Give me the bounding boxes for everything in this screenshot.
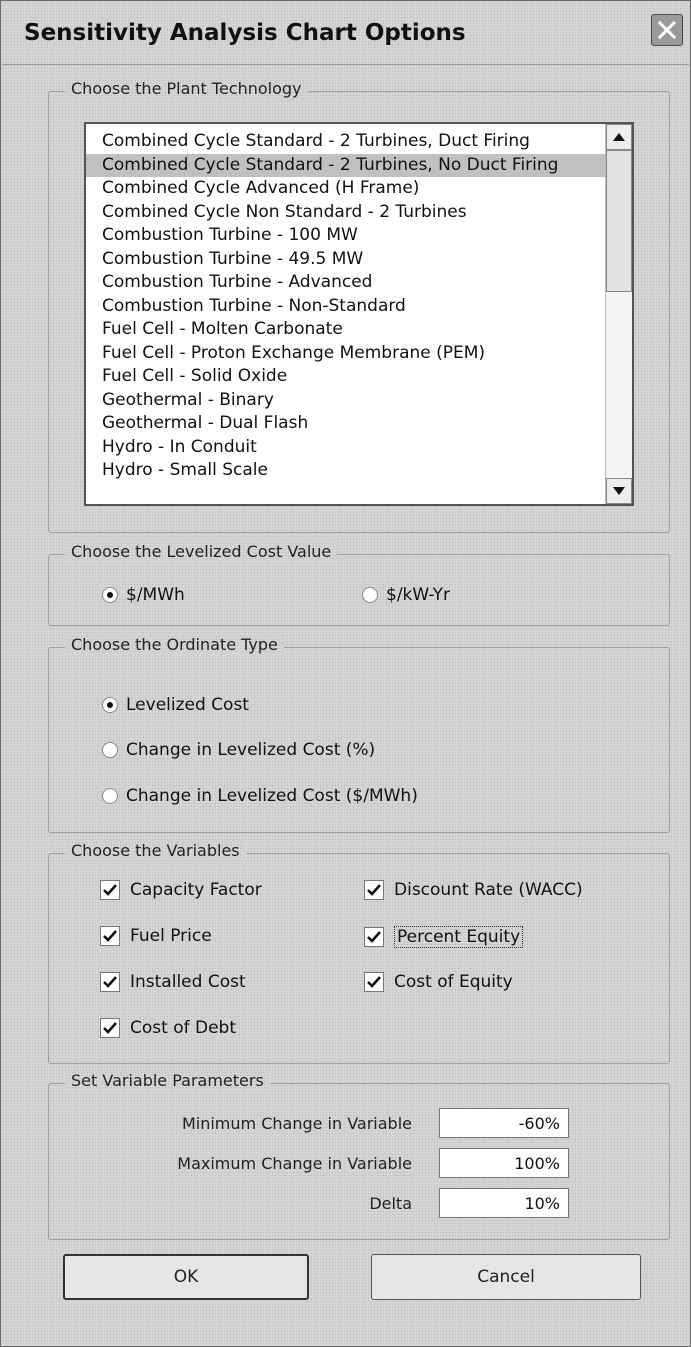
checkbox-box[interactable]: [100, 926, 120, 946]
plant-technology-label: Choose the Plant Technology: [65, 79, 308, 98]
checkbox-cost-of-debt[interactable]: Cost of Debt: [100, 1018, 236, 1038]
check-icon: [367, 976, 381, 988]
checkbox-fuel-price[interactable]: Fuel Price: [100, 926, 212, 946]
checkbox-cost-of-equity[interactable]: Cost of Equity: [364, 972, 513, 992]
radio-levelized-cost[interactable]: Levelized Cost: [102, 695, 249, 715]
ok-button[interactable]: OK: [63, 1254, 309, 1300]
min-change-input[interactable]: [439, 1108, 569, 1138]
discount-rate-label: Discount Rate (WACC): [394, 880, 583, 900]
max-change-input[interactable]: [439, 1148, 569, 1178]
list-item[interactable]: Hydro - In Conduit: [86, 436, 606, 460]
radio-mwh-label: $/MWh: [126, 585, 185, 605]
installed-cost-label: Installed Cost: [130, 972, 246, 992]
list-item[interactable]: Fuel Cell - Molten Carbonate: [86, 318, 606, 342]
percent-equity-label: Percent Equity: [394, 926, 524, 948]
list-item[interactable]: Geothermal - Dual Flash: [86, 412, 606, 436]
checkbox-box[interactable]: [364, 972, 384, 992]
close-button[interactable]: [651, 14, 683, 46]
levelized-cost-label: Choose the Levelized Cost Value: [65, 542, 337, 561]
cost-of-debt-label: Cost of Debt: [130, 1018, 236, 1038]
list-item[interactable]: Fuel Cell - Proton Exchange Membrane (PE…: [86, 342, 606, 366]
scroll-down-button[interactable]: [606, 478, 632, 504]
radio-dot[interactable]: [102, 697, 118, 713]
scroll-thumb[interactable]: [606, 150, 632, 292]
radio-change-pct[interactable]: Change in Levelized Cost (%): [102, 740, 375, 760]
check-icon: [367, 931, 381, 943]
check-icon: [103, 1022, 117, 1034]
scroll-up-button[interactable]: [606, 124, 632, 150]
list-item[interactable]: Combined Cycle Standard - 2 Turbines, Du…: [86, 130, 606, 154]
title-bar: Sensitivity Analysis Chart Options: [2, 2, 689, 65]
delta-input[interactable]: [439, 1188, 569, 1218]
plant-technology-group: Choose the Plant Technology Combined Cyc…: [48, 79, 670, 533]
cost-of-equity-label: Cost of Equity: [394, 972, 513, 992]
list-item[interactable]: Combustion Turbine - Advanced: [86, 271, 606, 295]
list-item[interactable]: Combined Cycle Standard - 2 Turbines, No…: [86, 153, 606, 177]
sensitivity-dialog: Sensitivity Analysis Chart Options Choos…: [0, 0, 691, 1347]
delta-label: Delta: [369, 1194, 412, 1213]
dialog-title: Sensitivity Analysis Chart Options: [24, 20, 466, 46]
radio-dot[interactable]: [362, 587, 378, 603]
check-icon: [367, 884, 381, 896]
checkbox-capacity-factor[interactable]: Capacity Factor: [100, 880, 262, 900]
radio-change-mwh[interactable]: Change in Levelized Cost ($/MWh): [102, 786, 418, 806]
list-item[interactable]: Combined Cycle Advanced (H Frame): [86, 177, 606, 201]
radio-kw-yr-label: $/kW-Yr: [386, 585, 450, 605]
min-change-label: Minimum Change in Variable: [181, 1114, 412, 1133]
variable-parameters-group: Set Variable Parameters Minimum Change i…: [48, 1071, 670, 1240]
checkbox-discount-rate[interactable]: Discount Rate (WACC): [364, 880, 583, 900]
checkbox-percent-equity[interactable]: Percent Equity: [364, 926, 524, 948]
radio-kw-yr[interactable]: $/kW-Yr: [362, 585, 450, 605]
arrow-up-icon: [613, 133, 625, 141]
checkbox-box[interactable]: [100, 1018, 120, 1038]
radio-mwh[interactable]: $/MWh: [102, 585, 185, 605]
ordinate-type-group: Choose the Ordinate Type Levelized Cost …: [48, 635, 670, 833]
checkbox-box[interactable]: [100, 880, 120, 900]
list-item[interactable]: Combustion Turbine - 100 MW: [86, 224, 606, 248]
list-item[interactable]: Geothermal - Binary: [86, 389, 606, 413]
radio-dot[interactable]: [102, 587, 118, 603]
capacity-factor-label: Capacity Factor: [130, 880, 262, 900]
checkbox-box[interactable]: [100, 972, 120, 992]
list-item[interactable]: Hydro - Small Scale: [86, 459, 606, 483]
variables-group: Choose the Variables Capacity Factor Fue…: [48, 841, 670, 1064]
radio-change-pct-label: Change in Levelized Cost (%): [126, 740, 376, 760]
variable-parameters-label: Set Variable Parameters: [65, 1071, 270, 1090]
fuel-price-label: Fuel Price: [130, 926, 212, 946]
list-item[interactable]: Combustion Turbine - Non-Standard: [86, 295, 606, 319]
levelized-cost-group: Choose the Levelized Cost Value $/MWh $/…: [48, 542, 670, 626]
plant-technology-listbox[interactable]: Combined Cycle Standard - 2 Turbines, Du…: [84, 122, 634, 506]
checkbox-box[interactable]: [364, 880, 384, 900]
arrow-down-icon: [613, 487, 625, 495]
cancel-button[interactable]: Cancel: [371, 1254, 641, 1300]
check-icon: [103, 976, 117, 988]
listbox-scrollbar[interactable]: [605, 124, 632, 504]
radio-change-mwh-label: Change in Levelized Cost ($/MWh): [126, 786, 418, 806]
list-item[interactable]: Fuel Cell - Solid Oxide: [86, 365, 606, 389]
plant-technology-items: Combined Cycle Standard - 2 Turbines, Du…: [86, 130, 606, 483]
checkbox-box[interactable]: [364, 927, 384, 947]
close-icon: [657, 20, 677, 40]
check-icon: [103, 884, 117, 896]
radio-levelized-cost-label: Levelized Cost: [126, 695, 249, 715]
check-icon: [103, 930, 117, 942]
radio-dot[interactable]: [102, 788, 118, 804]
max-change-label: Maximum Change in Variable: [177, 1154, 412, 1173]
list-item[interactable]: Combined Cycle Non Standard - 2 Turbines: [86, 201, 606, 225]
list-item[interactable]: Combustion Turbine - 49.5 MW: [86, 248, 606, 272]
radio-dot[interactable]: [102, 742, 118, 758]
variables-label: Choose the Variables: [65, 841, 246, 860]
ordinate-type-label: Choose the Ordinate Type: [65, 635, 284, 654]
checkbox-installed-cost[interactable]: Installed Cost: [100, 972, 246, 992]
